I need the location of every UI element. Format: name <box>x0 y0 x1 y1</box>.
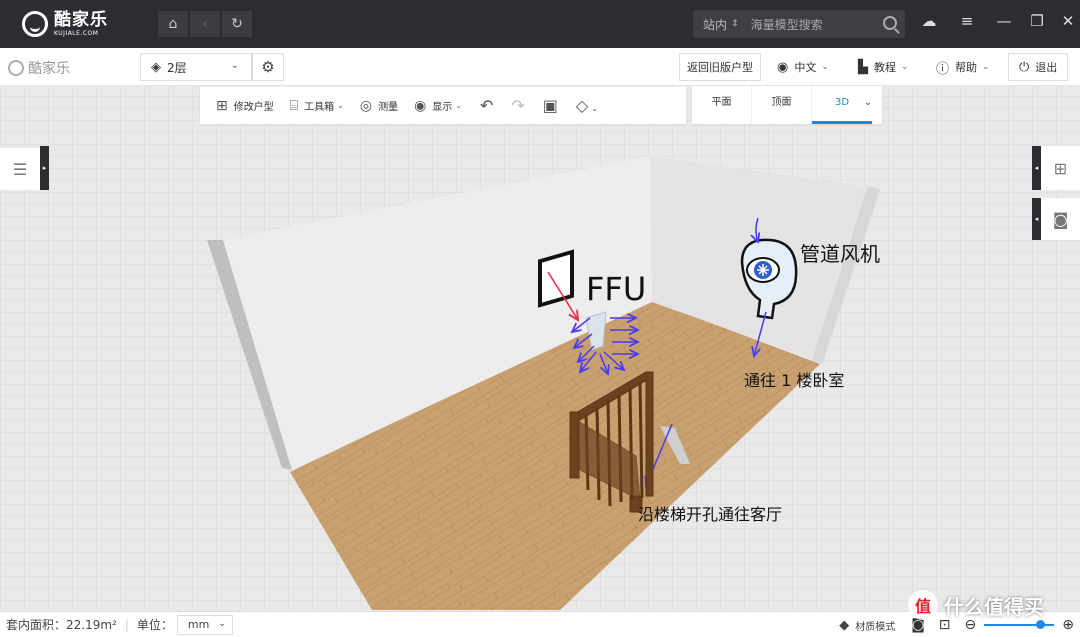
logo-name: 酷家乐 <box>54 9 108 30</box>
redo-icon[interactable]: ↷ <box>511 96 524 115</box>
app-logo[interactable]: 酷家乐 KUJIALE.COM <box>22 11 108 37</box>
power-icon: ⏻ <box>1019 59 1030 75</box>
book-icon: ▙ <box>858 59 868 75</box>
right-panel-handle-bottom[interactable]: ◂ <box>1032 198 1041 240</box>
scope-caret-icon[interactable]: ⇕ <box>731 19 739 29</box>
catalog-panel-button[interactable]: ☰ <box>0 148 40 190</box>
zoom-in-icon[interactable]: ⊕ <box>1062 617 1074 633</box>
logout-button[interactable]: ⏻ 退出 <box>1008 53 1069 81</box>
help-icon: ⓘ <box>936 61 950 77</box>
window-icon <box>538 249 574 308</box>
brand-text: 酷家乐 <box>28 61 70 77</box>
display-menu[interactable]: ◉ 显示 ⌄ <box>414 98 462 114</box>
eraser-icon[interactable]: ◇ ⌄ <box>576 96 598 115</box>
refresh-icon[interactable]: ↻ <box>222 11 252 37</box>
measure-label: 测量 <box>378 102 399 113</box>
back-icon[interactable]: ‹ <box>190 11 220 37</box>
tutorial-menu[interactable]: ▙ 教程 ⌄ <box>858 53 909 81</box>
3d-viewport[interactable]: ☰ ▸ ◂ ⊞ ◂ ◙ FFU 管道风机 通往 1 楼卧室 沿楼梯开孔通往客厅 <box>0 86 1080 611</box>
old-version-label: 返回旧版户型 <box>687 61 753 74</box>
tab-plan[interactable]: 平面 <box>692 86 752 124</box>
watermark-badge: 值 <box>908 590 938 620</box>
cloud-upload-icon[interactable]: ☁ <box>917 12 941 30</box>
tab-ceiling[interactable]: 顶面 <box>752 86 812 124</box>
area-readout: 套内面积：22.19m² <box>6 618 117 632</box>
language-menu[interactable]: ◉ 中文 ⌄ <box>777 53 829 81</box>
divider: | <box>124 617 129 632</box>
toolbox-menu[interactable]: ⌸ 工具箱 ⌄ <box>290 98 344 114</box>
chevron-down-icon: ⌄ <box>821 62 829 72</box>
home-icon[interactable]: ⌂ <box>158 11 188 37</box>
chevron-down-icon: ⌄ <box>455 101 462 110</box>
globe-icon: ◉ <box>777 59 789 75</box>
zoom-slider[interactable] <box>984 620 1055 629</box>
brand-small: 酷家乐 <box>8 58 70 78</box>
logout-label: 退出 <box>1035 61 1058 74</box>
menu-icon[interactable]: ≡ <box>955 12 979 30</box>
measure-button[interactable]: ◎ 测量 <box>360 98 398 114</box>
chevron-down-icon: ⌄ <box>982 62 990 72</box>
logo-domain: KUJIALE.COM <box>54 29 99 37</box>
scene-svg <box>0 86 1080 611</box>
search-input[interactable]: 海量模型搜索 <box>751 16 823 33</box>
search-scope[interactable]: 站内 <box>703 16 727 33</box>
floor-select[interactable]: ◈ 2层 ⌄ <box>140 53 252 81</box>
grid-icon: ⊞ <box>1053 158 1068 178</box>
camera-button[interactable]: ◙ <box>1041 198 1080 240</box>
undo-icon[interactable]: ↶ <box>480 96 493 115</box>
chevron-down-icon: ⌄ <box>230 60 239 71</box>
layers-icon: ◈ <box>151 59 161 75</box>
maximize-icon[interactable]: ❐ <box>1025 12 1049 30</box>
view-tabs: 平面 顶面 3D ⌄ <box>692 86 882 124</box>
minimize-icon[interactable]: — <box>992 12 1016 30</box>
chevron-down-icon: ⌄ <box>901 62 909 72</box>
floorplan-icon: ⊞ <box>216 97 228 114</box>
unit-label: 单位： <box>136 618 173 632</box>
living-route-label: 沿楼梯开孔通往客厅 <box>638 505 783 524</box>
material-mode-label: 材质模式 <box>855 621 896 633</box>
gear-icon[interactable]: ⚙ <box>252 53 284 81</box>
floor-value: 2层 <box>167 60 187 75</box>
camera-icon: ◙ <box>1052 209 1069 229</box>
watermark-logo: 值 什么值得买 <box>908 590 1044 620</box>
main-toolbar: 酷家乐 ◈ 2层 ⌄ ⚙ 返回旧版户型 ◉ 中文 ⌄ ▙ 教程 ⌄ ⓘ 帮助 ⌄… <box>0 48 1080 86</box>
unit-value: mm <box>187 618 210 631</box>
help-menu[interactable]: ⓘ 帮助 ⌄ <box>936 53 990 81</box>
zoom-thumb[interactable] <box>1036 620 1046 629</box>
chevron-down-icon: ⌄ <box>337 101 344 110</box>
search-box[interactable]: 站内 ⇕ 海量模型搜索 <box>693 10 905 38</box>
display-label: 显示 <box>432 102 453 113</box>
tool-panel: ⊞ 修改户型 ⌸ 工具箱 ⌄ ◎ 测量 ◉ 显示 ⌄ ↶ ↷ ▣ ◇ ⌄ <box>200 86 686 124</box>
tutorial-label: 教程 <box>874 61 896 74</box>
logo-icon <box>22 11 48 37</box>
right-panel-handle-top[interactable]: ◂ <box>1032 146 1041 190</box>
toolbox-icon: ⌸ <box>289 97 299 114</box>
language-label: 中文 <box>794 61 817 74</box>
nav-buttons: ⌂ ‹ ↻ <box>158 11 254 37</box>
edit-floorplan-label: 修改户型 <box>233 102 274 113</box>
duct-fan-label: 管道风机 <box>800 242 880 266</box>
brand-logo-icon <box>8 60 24 76</box>
list-icon: ☰ <box>12 159 28 179</box>
edit-floorplan-button[interactable]: ⊞ 修改户型 <box>216 98 274 114</box>
old-version-button[interactable]: 返回旧版户型 <box>679 53 761 81</box>
cube-icon: ◆ <box>839 617 850 633</box>
close-icon[interactable]: ✕ <box>1056 12 1080 30</box>
watermark-text: 什么值得买 <box>944 594 1044 619</box>
layout-view-button[interactable]: ⊞ <box>1041 146 1080 190</box>
title-bar: 酷家乐 KUJIALE.COM ⌂ ‹ ↻ 站内 ⇕ 海量模型搜索 ☁ ≡ — … <box>0 0 1080 48</box>
chevron-down-icon[interactable]: ⌄ <box>864 97 872 108</box>
toolbox-label: 工具箱 <box>304 102 335 113</box>
ffu-label: FFU <box>586 270 647 308</box>
bedroom-route-label: 通往 1 楼卧室 <box>744 371 845 390</box>
save-icon[interactable]: ▣ <box>543 96 558 115</box>
left-panel-handle[interactable]: ▸ <box>40 146 49 190</box>
unit-select[interactable]: mm ⌄ <box>176 614 233 635</box>
eye-icon: ◉ <box>414 97 427 114</box>
search-icon[interactable] <box>883 16 897 30</box>
material-mode-button[interactable]: ◆ 材质模式 <box>839 618 895 633</box>
chevron-down-icon: ⌄ <box>218 618 226 629</box>
help-label: 帮助 <box>955 61 978 74</box>
tape-measure-icon: ◎ <box>359 97 373 114</box>
